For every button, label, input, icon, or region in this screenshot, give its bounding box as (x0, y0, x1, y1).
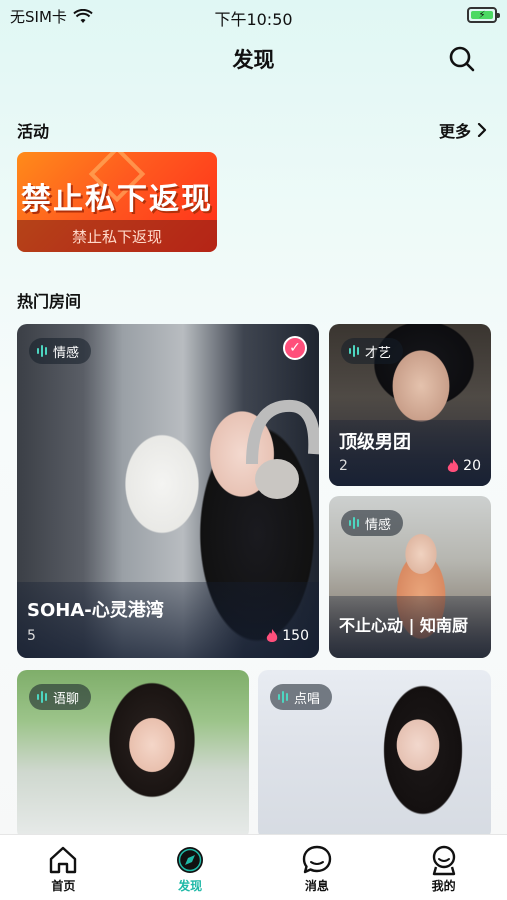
flame-icon (267, 628, 278, 642)
room-info-panel: SOHA-心灵港湾 5 150 (17, 582, 319, 658)
room-heat-value: 20 (463, 458, 481, 474)
home-icon (50, 846, 77, 874)
tab-home-label: 首页 (51, 879, 76, 893)
banner-headline: 禁止私下返现 (21, 182, 213, 217)
battery-icon: ⚡ (467, 7, 500, 23)
compass-icon (177, 847, 204, 873)
nav-bar: 发现 (0, 40, 507, 80)
hot-rooms-heading: 热门房间 (17, 292, 82, 311)
room-heat-value: 150 (282, 628, 309, 644)
room-category-tag: 语聊 (29, 684, 92, 710)
search-icon[interactable] (447, 44, 477, 74)
banner-caption-strip: 禁止私下返现 (17, 220, 217, 252)
flame-icon (447, 458, 459, 472)
banner-caption: 禁止私下返现 (71, 227, 162, 246)
room-category-tag: 情感 (341, 510, 404, 536)
room-card-3[interactable]: 情感 不止心动 | 知南厨 (329, 496, 491, 658)
chat-bubble-icon (302, 845, 332, 874)
chevron-right-icon (477, 123, 487, 137)
room-category-tag: 才艺 (341, 338, 404, 364)
room-category-label: 语聊 (53, 691, 80, 707)
sound-wave-icon (37, 691, 47, 703)
room-category-tag: 情感 (29, 338, 92, 364)
room-category-label: 才艺 (365, 345, 392, 361)
profile-icon (432, 845, 455, 876)
room-info-panel: 顶级男团 2 20 (329, 420, 491, 486)
hot-rooms-section-header: 热门房间 (17, 288, 487, 312)
room-category-tag: 点唱 (270, 684, 333, 710)
room-member-count: 2 (339, 458, 348, 474)
room-card-5[interactable]: 点唱 (258, 670, 491, 840)
room-category-label: 情感 (365, 517, 392, 533)
tab-profile-label: 我的 (431, 879, 456, 893)
headphones-icon (246, 399, 319, 499)
status-bar: 无SIM卡 下午10:50 ⚡ (0, 0, 507, 30)
bottom-tab-bar: 首页 发现 消息 我的 (0, 834, 507, 900)
room-name: SOHA-心灵港湾 (27, 600, 164, 621)
more-label: 更多 (438, 122, 471, 141)
activity-section-header: 活动 更多 (17, 118, 487, 142)
tab-messages-label: 消息 (304, 879, 329, 893)
activity-banner[interactable]: 禁止私下返现 禁止私下返现 (17, 152, 217, 252)
page-title: 发现 (232, 48, 275, 72)
tab-discover[interactable]: 发现 (127, 835, 254, 900)
room-name: 不止心动 | 知南厨 (339, 616, 468, 635)
sound-wave-icon (349, 517, 359, 529)
tab-discover-label: 发现 (178, 879, 203, 893)
tab-home[interactable]: 首页 (0, 835, 127, 900)
room-category-label: 情感 (53, 345, 80, 361)
clock: 下午10:50 (214, 10, 293, 29)
tab-messages[interactable]: 消息 (254, 835, 381, 900)
room-heat: 150 (266, 628, 309, 644)
activity-heading: 活动 (17, 122, 50, 141)
sound-wave-icon (349, 345, 359, 357)
room-name: 顶级男团 (339, 432, 411, 453)
sound-wave-icon (37, 345, 47, 357)
room-member-count: 5 (27, 628, 36, 644)
room-card-2[interactable]: 才艺 顶级男团 2 20 (329, 324, 491, 486)
room-card-4[interactable]: 语聊 (17, 670, 249, 840)
room-heat: 20 (447, 458, 481, 474)
room-info-panel: 不止心动 | 知南厨 (329, 596, 491, 658)
more-button[interactable]: 更多 (439, 118, 487, 142)
room-card-1[interactable]: ✓ 情感 SOHA-心灵港湾 5 150 (17, 324, 319, 658)
sound-wave-icon (278, 691, 288, 703)
verified-badge-icon: ✓ (283, 336, 307, 360)
tab-profile[interactable]: 我的 (380, 835, 507, 900)
room-category-label: 点唱 (294, 691, 321, 707)
